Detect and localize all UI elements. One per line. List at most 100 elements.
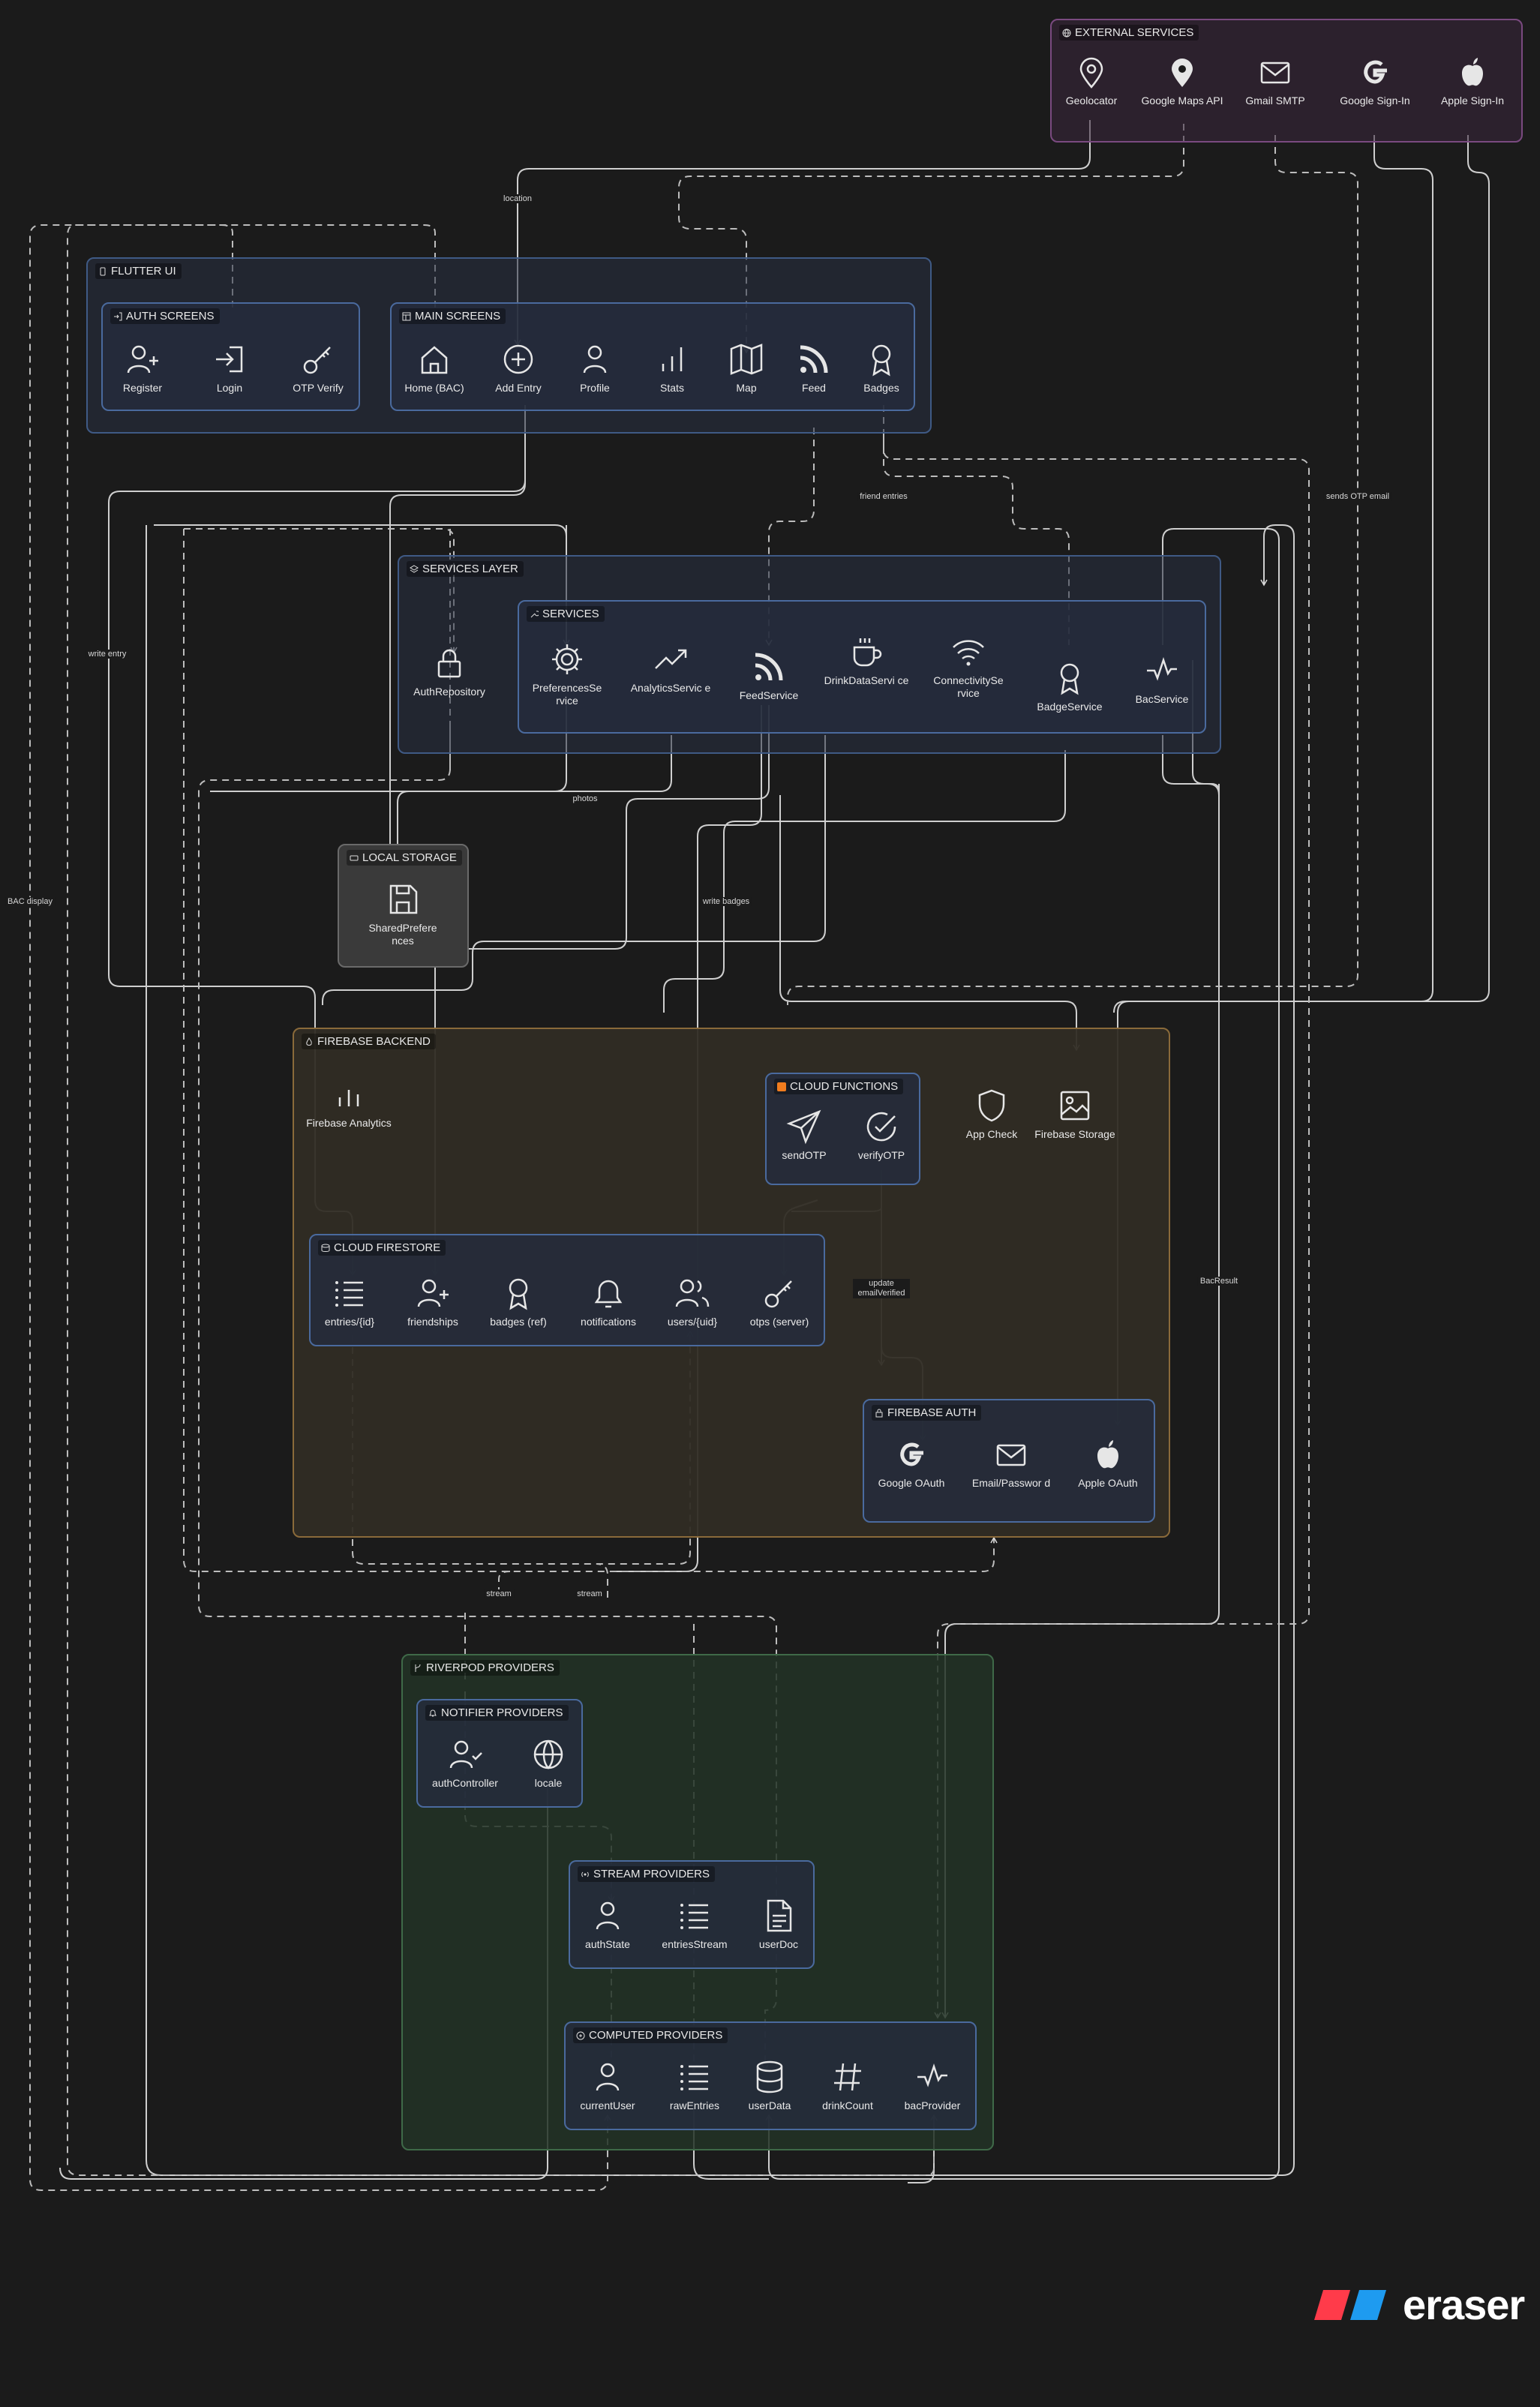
node-feed-service[interactable]: FeedService — [724, 649, 814, 702]
node-auth-repository[interactable]: AuthRepository — [404, 645, 494, 698]
node-google-oauth[interactable]: Google OAuth — [866, 1436, 956, 1490]
node-badge-service[interactable]: BadgeService — [1025, 660, 1115, 713]
list-icon — [680, 2065, 708, 2090]
edge-label-write-badges: write badges — [700, 897, 752, 906]
node-label: verifyOTP — [857, 1149, 905, 1161]
eraser-logo: eraser — [1313, 2280, 1525, 2329]
node-label: Apple OAuth — [1078, 1477, 1138, 1489]
calculator-icon — [576, 2031, 585, 2039]
node-bac-provider[interactable]: bacProvider — [887, 2059, 977, 2112]
node-connectivity-service[interactable]: ConnectivitySe rvice — [923, 634, 1013, 700]
node-label: AnalyticsServic e — [630, 682, 711, 694]
node-login[interactable]: Login — [185, 341, 275, 395]
coffee-icon — [853, 638, 882, 667]
user-icon — [583, 345, 607, 374]
group-label: SERVICES LAYER — [422, 563, 518, 575]
node-preferences-service[interactable]: PreferencesSe rvice — [522, 641, 612, 707]
plus-circle-icon — [503, 344, 533, 374]
node-google-maps-api[interactable]: Google Maps API — [1137, 54, 1227, 107]
node-app-check[interactable]: App Check — [947, 1088, 1037, 1141]
gear-icon — [552, 644, 582, 674]
node-label: notifications — [581, 1316, 636, 1328]
node-otp-verify[interactable]: OTP Verify — [273, 341, 363, 395]
node-entries[interactable]: entries/{id} — [305, 1275, 395, 1328]
award-icon — [1060, 663, 1079, 695]
node-email-password[interactable]: Email/Passwor d — [966, 1436, 1056, 1490]
node-firebase-analytics[interactable]: Firebase Analytics — [304, 1076, 394, 1130]
group-label: RIVERPOD PROVIDERS — [426, 1661, 554, 1674]
award-icon — [872, 344, 891, 377]
node-register[interactable]: Register — [98, 341, 188, 395]
node-current-user[interactable]: currentUser — [563, 2059, 653, 2112]
node-auth-controller[interactable]: authController — [420, 1736, 510, 1790]
node-label: Profile — [580, 382, 610, 394]
node-label: PreferencesSe rvice — [532, 682, 602, 707]
lock-icon — [437, 649, 461, 678]
node-label: Geolocator — [1065, 95, 1118, 107]
hash-icon — [834, 2063, 861, 2091]
user-icon — [596, 1901, 620, 1930]
node-otps-server[interactable]: otps (server) — [734, 1275, 824, 1328]
node-apple-sign-in[interactable]: Apple Sign-In — [1427, 54, 1517, 107]
node-badges-ref[interactable]: badges (ref) — [473, 1275, 563, 1328]
check-circle-icon — [866, 1112, 896, 1142]
globe-icon — [1062, 29, 1071, 38]
node-verify-otp[interactable]: verifyOTP — [836, 1109, 926, 1162]
node-label: authState — [585, 1938, 630, 1950]
node-label: bacProvider — [904, 2099, 961, 2111]
node-home-bac[interactable]: Home (BAC) — [389, 341, 479, 395]
user-plus-icon — [417, 1279, 449, 1307]
node-shared-preferences[interactable]: SharedPrefere nces — [358, 881, 448, 947]
node-apple-oauth[interactable]: Apple OAuth — [1063, 1436, 1153, 1490]
list-icon — [680, 1904, 708, 1929]
user-plus-icon — [127, 345, 158, 374]
map-pin-filled-icon — [1172, 59, 1193, 87]
node-profile[interactable]: Profile — [550, 341, 640, 395]
node-notifications[interactable]: notifications — [563, 1275, 653, 1328]
node-label: Register — [122, 382, 163, 394]
node-label: AuthRepository — [413, 686, 485, 698]
node-friendships[interactable]: friendships — [388, 1275, 478, 1328]
group-label: FIREBASE BACKEND — [317, 1035, 431, 1048]
award-icon — [509, 1278, 528, 1310]
node-locale[interactable]: locale — [503, 1736, 593, 1790]
node-label: Add Entry — [495, 382, 542, 394]
google-icon — [1364, 60, 1387, 84]
node-badges[interactable]: Badges — [836, 341, 926, 395]
node-gmail-smtp[interactable]: Gmail SMTP — [1230, 54, 1320, 107]
node-geolocator[interactable]: Geolocator — [1046, 54, 1136, 107]
edge-label-stream: stream — [484, 1589, 514, 1598]
envelope-icon — [996, 1444, 1026, 1466]
node-drink-data-service[interactable]: DrinkDataServi ce — [821, 634, 911, 687]
flame-icon — [306, 1037, 312, 1046]
file-text-icon — [767, 1899, 792, 1932]
node-analytics-service[interactable]: AnalyticsServic e — [626, 641, 716, 695]
node-label: users/{uid} — [667, 1316, 718, 1328]
rss-icon — [755, 653, 783, 681]
node-label: Feed — [802, 382, 826, 394]
node-entries-stream[interactable]: entriesStream — [650, 1898, 740, 1951]
node-label: Gmail SMTP — [1245, 95, 1305, 107]
node-users[interactable]: users/{uid} — [647, 1275, 737, 1328]
eraser-logo-mark — [1314, 2289, 1386, 2320]
node-auth-state[interactable]: authState — [563, 1898, 653, 1951]
edge-label-sends-otp-email: sends OTP email — [1323, 492, 1392, 501]
node-firebase-storage[interactable]: Firebase Storage — [1030, 1088, 1120, 1141]
node-label: OTP Verify — [293, 382, 344, 394]
layers-icon — [410, 564, 419, 573]
node-drink-count[interactable]: drinkCount — [803, 2059, 893, 2112]
google-icon — [900, 1442, 923, 1466]
edge-label-photos: photos — [570, 794, 600, 803]
node-google-sign-in[interactable]: Google Sign-In — [1330, 54, 1420, 107]
group-label: CLOUD FIRESTORE — [334, 1241, 441, 1254]
node-bac-service[interactable]: BacService — [1117, 653, 1207, 706]
node-user-data[interactable]: userData — [725, 2059, 815, 2112]
node-user-doc[interactable]: userDoc — [734, 1898, 824, 1951]
node-send-otp[interactable]: sendOTP — [759, 1109, 849, 1162]
group-label: NOTIFIER PROVIDERS — [441, 1706, 563, 1719]
login-icon — [114, 312, 122, 320]
activity-icon — [917, 2063, 947, 2087]
node-label: Email/Passwor d — [971, 1477, 1051, 1489]
group-label: LOCAL STORAGE — [362, 851, 457, 864]
map-pin-icon — [1079, 57, 1103, 89]
